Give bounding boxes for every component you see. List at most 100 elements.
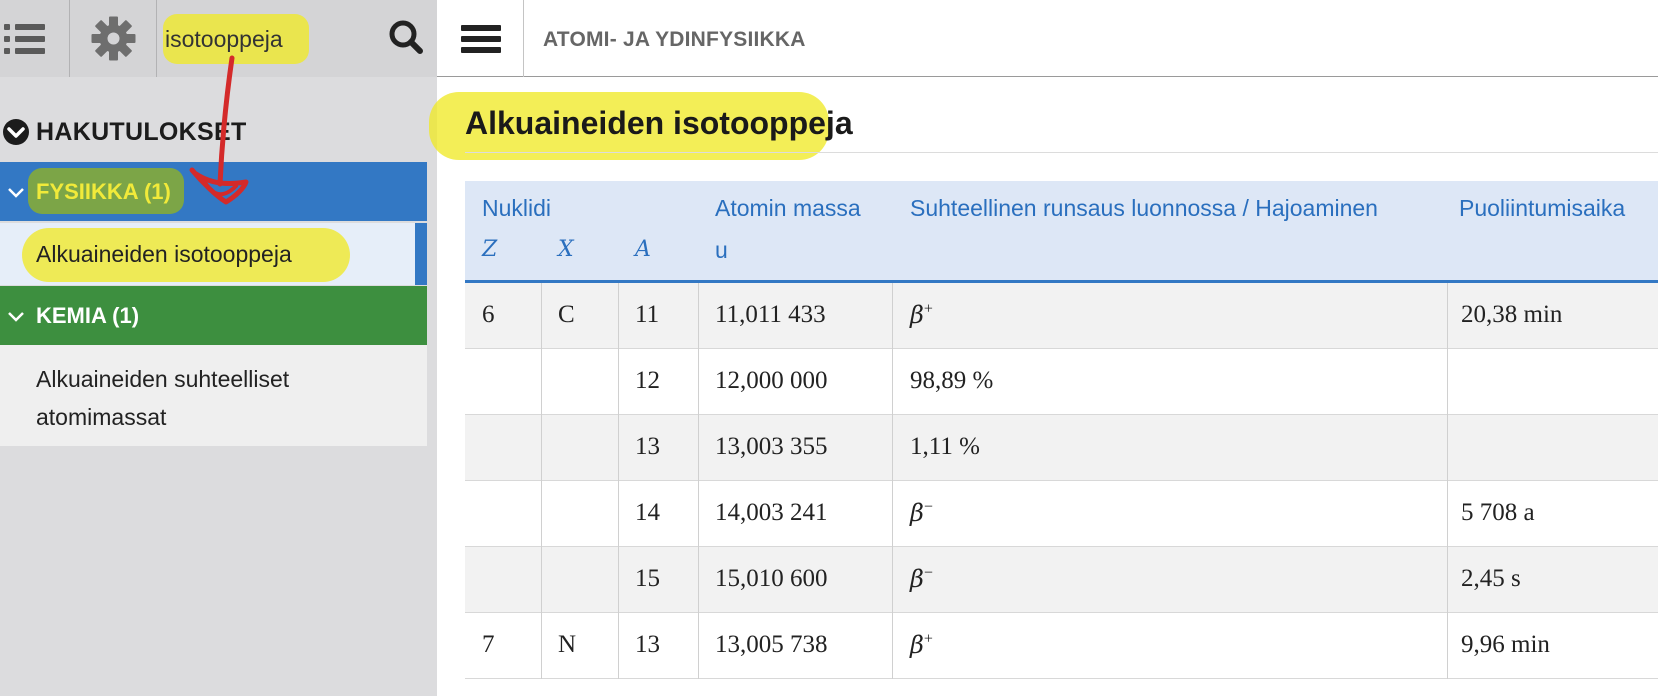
header-z: Z xyxy=(482,237,498,262)
chevron-circle-down-icon xyxy=(3,119,29,145)
table-row: 6 C 11 11,011 433 β+ 20,38 min xyxy=(465,283,1658,349)
cell-x: N xyxy=(558,631,577,658)
column-divider xyxy=(698,613,699,679)
cell-a: 11 xyxy=(635,301,660,328)
result-item-alkuaineiden-isotooppeja[interactable]: Alkuaineiden isotooppeja xyxy=(0,223,427,285)
hamburger-icon xyxy=(461,25,501,53)
decay-symbol: β xyxy=(910,301,924,329)
result-group-kemia[interactable]: KEMIA (1) xyxy=(0,286,427,345)
result-item-label: Alkuaineiden suhteelliset atomimassat xyxy=(36,366,290,430)
column-divider xyxy=(618,415,619,481)
cell-a: 15 xyxy=(635,565,660,592)
header-mass: Atomin massa xyxy=(715,195,861,221)
main-menu-button[interactable] xyxy=(437,0,524,77)
header-mass-unit: u xyxy=(715,237,728,263)
selection-indicator xyxy=(415,223,427,285)
column-divider xyxy=(541,283,542,349)
search-icon xyxy=(389,20,423,54)
result-group-fysiikka[interactable]: FYSIIKKA (1) xyxy=(0,162,427,221)
settings-button[interactable] xyxy=(70,0,157,77)
search-button[interactable] xyxy=(379,0,437,77)
column-divider xyxy=(541,613,542,679)
isotope-table: Nuklidi Z X A Atomin massa u Suhteelline… xyxy=(465,181,1658,679)
cell-abundance-decay: β− xyxy=(910,565,933,594)
page-title: Alkuaineiden isotooppeja xyxy=(465,105,853,141)
column-divider xyxy=(892,349,893,415)
table-body: 6 C 11 11,011 433 β+ 20,38 min 12 12,000 000 98,… xyxy=(465,283,1658,679)
cell-z: 6 xyxy=(482,301,495,328)
cell-x: C xyxy=(558,301,575,328)
column-divider xyxy=(1447,349,1448,415)
column-divider xyxy=(892,415,893,481)
cell-mass: 13,005 738 xyxy=(715,631,828,658)
cell-mass: 12,000 000 xyxy=(715,367,828,394)
divider xyxy=(465,152,1658,153)
cell-z: 7 xyxy=(482,631,495,658)
decay-symbol: β xyxy=(910,499,924,527)
group-label: FYSIIKKA (1) xyxy=(36,179,171,204)
column-divider xyxy=(541,481,542,547)
column-divider xyxy=(892,481,893,547)
chevron-down-icon xyxy=(8,312,24,322)
table-row: 14 14,003 241 β− 5 708 a xyxy=(465,481,1658,547)
column-divider xyxy=(618,547,619,613)
left-toolbar xyxy=(0,0,437,77)
table-row: 13 13,003 355 1,11 % xyxy=(465,415,1658,481)
column-divider xyxy=(618,613,619,679)
header-x: X xyxy=(558,237,574,262)
decay-symbol: β xyxy=(910,631,924,659)
decay-sign: + xyxy=(923,300,933,318)
left-panel: HAKUTULOKSET FYSIIKKA (1) Alkuaineiden i… xyxy=(0,0,437,696)
main-panel: ATOMI- JA YDINFYSIIKKA Alkuaineiden isot… xyxy=(429,0,1658,696)
column-divider xyxy=(1447,613,1448,679)
column-divider xyxy=(698,481,699,547)
search-box xyxy=(157,0,437,77)
column-divider xyxy=(1447,283,1448,349)
search-input[interactable] xyxy=(165,22,385,56)
main-header: ATOMI- JA YDINFYSIIKKA xyxy=(437,0,1658,77)
search-results-heading[interactable]: HAKUTULOKSET xyxy=(0,114,437,148)
result-item-suhteelliset-atomimassat[interactable]: Alkuaineiden suhteelliset atomimassat xyxy=(0,345,427,446)
cell-a: 14 xyxy=(635,499,660,526)
table-row: 7 N 13 13,005 738 β+ 9,96 min xyxy=(465,613,1658,679)
breadcrumb[interactable]: ATOMI- JA YDINFYSIIKKA xyxy=(543,28,806,52)
column-divider xyxy=(618,481,619,547)
column-divider xyxy=(698,349,699,415)
header-halflife: Puoliintumisaika xyxy=(1459,195,1626,221)
decay-symbol: β xyxy=(910,565,924,593)
column-divider xyxy=(541,547,542,613)
column-divider xyxy=(541,349,542,415)
cell-halflife: 9,96 min xyxy=(1461,631,1550,658)
table-row: 15 15,010 600 β− 2,45 s xyxy=(465,547,1658,613)
column-divider xyxy=(1447,415,1448,481)
decay-sign: + xyxy=(923,630,933,648)
column-divider xyxy=(618,283,619,349)
cell-halflife: 2,45 s xyxy=(1461,565,1521,592)
list-menu-button[interactable] xyxy=(0,0,70,77)
decay-sign: − xyxy=(923,564,933,582)
column-divider xyxy=(698,547,699,613)
cell-abundance-decay: 1,11 % xyxy=(910,433,980,460)
column-divider xyxy=(618,349,619,415)
decay-sign: − xyxy=(923,498,933,516)
cell-halflife: 5 708 a xyxy=(1461,499,1535,526)
cell-mass: 11,011 433 xyxy=(715,301,826,328)
cell-a: 13 xyxy=(635,433,660,460)
header-a: A xyxy=(635,237,651,262)
column-divider xyxy=(1447,547,1448,613)
column-divider xyxy=(698,415,699,481)
cell-mass: 14,003 241 xyxy=(715,499,828,526)
group-label: KEMIA (1) xyxy=(36,303,140,328)
cell-abundance-decay: β+ xyxy=(910,631,933,660)
result-item-label: Alkuaineiden isotooppeja xyxy=(36,241,292,267)
table-header: Nuklidi Z X A Atomin massa u Suhteelline… xyxy=(465,181,1658,283)
column-divider xyxy=(892,547,893,613)
cell-abundance-decay: β− xyxy=(910,499,933,528)
cell-abundance-decay: 98,89 % xyxy=(910,367,994,394)
cell-mass: 15,010 600 xyxy=(715,565,828,592)
header-abundance: Suhteellinen runsaus luonnossa / Hajoami… xyxy=(910,195,1378,221)
column-divider xyxy=(1447,481,1448,547)
cell-a: 12 xyxy=(635,367,660,394)
gear-icon xyxy=(91,16,136,61)
column-divider xyxy=(698,283,699,349)
